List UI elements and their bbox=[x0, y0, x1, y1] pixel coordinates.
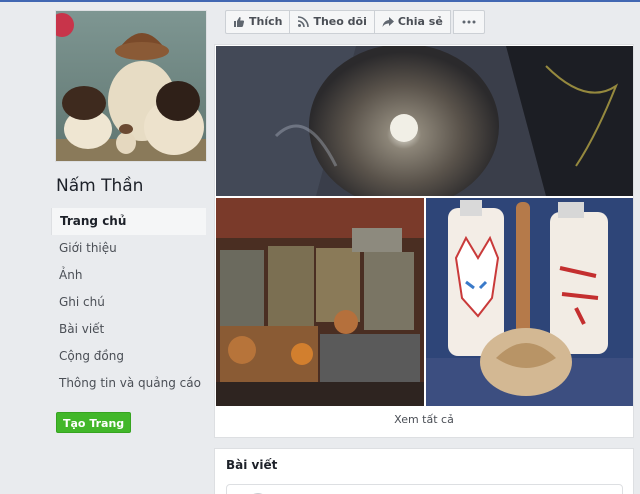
nav-item-posts[interactable]: Bài viết bbox=[51, 316, 206, 343]
follow-button[interactable]: Theo dõi bbox=[289, 10, 375, 34]
follow-label: Theo dõi bbox=[313, 15, 367, 28]
like-label: Thích bbox=[249, 15, 283, 28]
share-button[interactable]: Chia sẻ bbox=[373, 10, 451, 34]
photos-card: Xem tất cả bbox=[214, 44, 634, 438]
dried-mushroom-bags-image bbox=[216, 198, 424, 406]
thumbs-up-icon bbox=[233, 16, 245, 28]
like-button[interactable]: Thích bbox=[225, 10, 291, 34]
page-navigation: Trang chủ Giới thiệu Ảnh Ghi chú Bài viế… bbox=[51, 208, 209, 397]
mushroom-gills-image bbox=[216, 46, 633, 196]
nav-item-about[interactable]: Giới thiệu bbox=[51, 235, 206, 262]
create-page-button[interactable]: Tạo Trang bbox=[56, 412, 132, 433]
posts-card: Bài viết bbox=[214, 448, 634, 494]
page-action-bar: Thích Theo dõi Chia sẻ bbox=[225, 10, 485, 34]
see-all-photos-link[interactable]: Xem tất cả bbox=[215, 413, 633, 426]
photo-dried-mushroom-bags[interactable] bbox=[216, 198, 424, 406]
nav-item-info-ads[interactable]: Thông tin và quảng cáo bbox=[51, 370, 206, 397]
share-arrow-icon bbox=[382, 16, 394, 28]
page-title[interactable]: Nấm Thần bbox=[56, 176, 209, 196]
nav-item-home[interactable]: Trang chủ bbox=[51, 208, 206, 235]
rss-follow-icon bbox=[297, 16, 310, 28]
posts-section-title: Bài viết bbox=[226, 458, 278, 472]
page-profile-picture[interactable] bbox=[55, 10, 207, 162]
post-composer-box[interactable] bbox=[226, 484, 623, 494]
nav-item-community[interactable]: Cộng đồng bbox=[51, 343, 206, 370]
lighters-mushroom-image bbox=[426, 198, 633, 406]
top-header-border bbox=[0, 0, 640, 2]
nav-item-notes[interactable]: Ghi chú bbox=[51, 289, 206, 316]
nav-item-photos[interactable]: Ảnh bbox=[51, 262, 206, 289]
left-column: Nấm Thần Trang chủ Giới thiệu Ảnh Ghi ch… bbox=[51, 10, 209, 433]
photo-mushroom-gills[interactable] bbox=[216, 46, 633, 196]
mushroom-illustration bbox=[56, 11, 206, 161]
share-label: Chia sẻ bbox=[397, 15, 443, 28]
more-options-button[interactable] bbox=[452, 10, 485, 34]
photo-lighters-mushroom[interactable] bbox=[426, 198, 633, 406]
more-dots-icon bbox=[462, 20, 476, 24]
